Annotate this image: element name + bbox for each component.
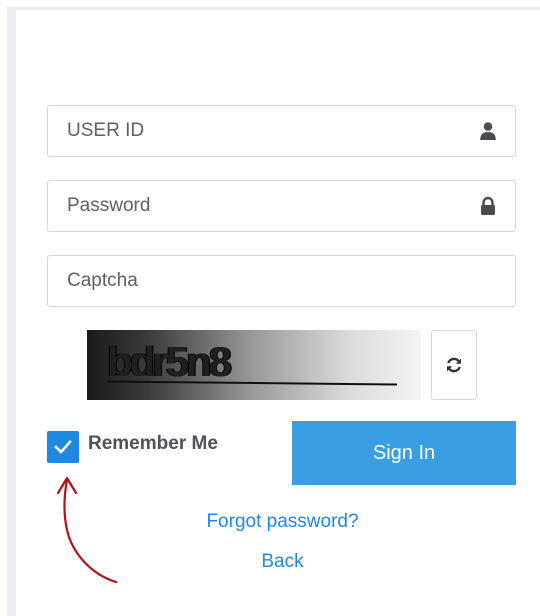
user-id-field[interactable]: [47, 105, 516, 157]
annotation-arrow-icon: [56, 476, 118, 584]
user-id-input[interactable]: [48, 106, 515, 156]
password-field[interactable]: [47, 180, 516, 232]
remember-me-checkbox[interactable]: [47, 431, 79, 463]
captcha-input[interactable]: [48, 256, 515, 306]
check-icon: [54, 440, 72, 454]
user-icon: [478, 121, 498, 141]
captcha-image-text: bdr5n8: [107, 338, 232, 385]
login-page: bdr5n8 Remember Me Sign In Forgot passwo…: [0, 0, 540, 616]
sign-in-button[interactable]: Sign In: [292, 421, 516, 485]
back-link[interactable]: Back: [160, 551, 405, 573]
refresh-captcha-button[interactable]: [431, 330, 477, 400]
forgot-password-link[interactable]: Forgot password?: [160, 511, 405, 533]
lock-icon: [478, 196, 498, 216]
password-input[interactable]: [48, 181, 515, 231]
captcha-image: bdr5n8: [87, 330, 421, 400]
remember-me-label: Remember Me: [88, 433, 218, 454]
captcha-field[interactable]: [47, 255, 516, 307]
refresh-icon: [447, 357, 461, 373]
